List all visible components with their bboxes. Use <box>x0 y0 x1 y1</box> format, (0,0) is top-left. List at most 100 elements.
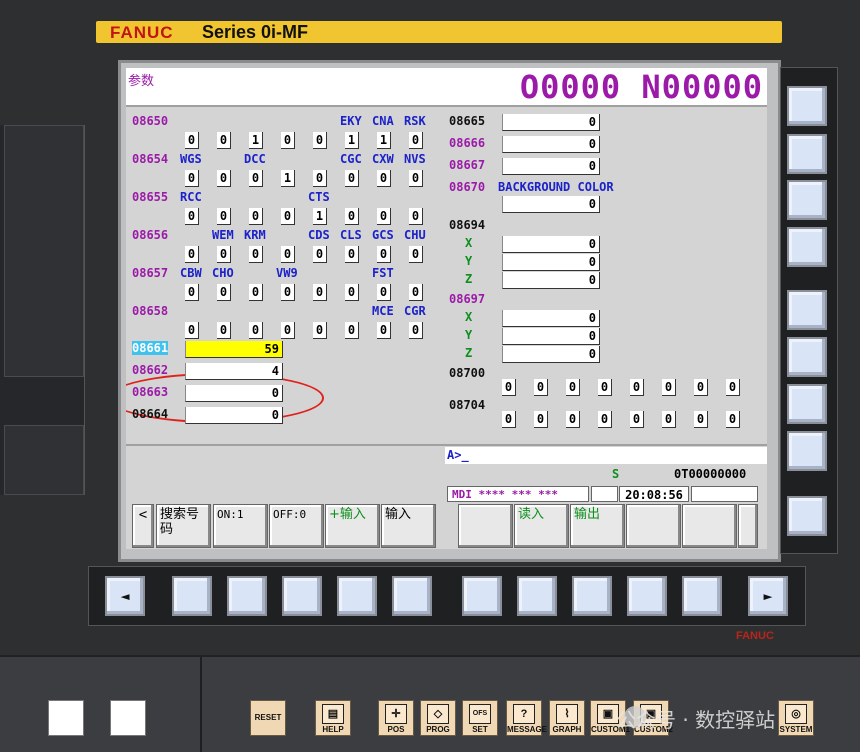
param-value-field[interactable]: 0 <box>185 407 283 424</box>
softkey-plus-input[interactable]: +输入 <box>325 504 380 548</box>
softkey-prev-page[interactable]: < <box>132 504 154 548</box>
bit-field[interactable]: 0 <box>345 208 359 225</box>
axis-value-field[interactable]: 0 <box>502 310 600 327</box>
bit-field[interactable]: 1 <box>249 132 263 149</box>
bit-field[interactable]: 0 <box>377 246 391 263</box>
hsoftkey-7[interactable] <box>517 576 557 616</box>
bit-field[interactable]: 0 <box>409 132 423 149</box>
bit-field[interactable]: 0 <box>377 170 391 187</box>
bit-field[interactable]: 0 <box>185 208 199 225</box>
bit-field[interactable]: 0 <box>409 284 423 301</box>
bit-field[interactable]: 0 <box>217 170 231 187</box>
softkey-search-number[interactable]: 搜索号码 <box>156 504 211 548</box>
bit-field[interactable]: 0 <box>662 379 676 396</box>
bit-field[interactable]: 0 <box>694 411 708 428</box>
hsoftkey-5[interactable] <box>392 576 432 616</box>
message-key[interactable]: ? MESSAGE <box>506 700 547 736</box>
prog-key[interactable]: ◇ PROG <box>420 700 456 736</box>
help-key[interactable]: ▤ HELP <box>315 700 351 736</box>
hsoftkey-3[interactable] <box>282 576 322 616</box>
bit-field[interactable]: 1 <box>345 132 359 149</box>
system-key[interactable]: ◎ SYSTEM <box>778 700 814 736</box>
bit-field[interactable]: 0 <box>185 170 199 187</box>
blank-key-2[interactable] <box>110 700 146 736</box>
softkey-blank-3[interactable] <box>682 504 737 548</box>
vertical-softkey-3[interactable] <box>787 180 827 220</box>
bit-field[interactable]: 0 <box>598 379 612 396</box>
bit-field[interactable]: 0 <box>217 284 231 301</box>
bit-field[interactable]: 0 <box>217 208 231 225</box>
bit-field[interactable]: 0 <box>217 132 231 149</box>
axis-value-field[interactable]: 0 <box>502 272 600 289</box>
bit-field[interactable]: 0 <box>630 379 644 396</box>
bit-field[interactable]: 0 <box>281 132 295 149</box>
graph-key[interactable]: ⌇ GRAPH <box>549 700 585 736</box>
left-arrow-key[interactable]: ◄ <box>105 576 145 616</box>
bit-field[interactable]: 0 <box>313 170 327 187</box>
bit-field[interactable]: 0 <box>377 284 391 301</box>
bit-field[interactable]: 0 <box>281 246 295 263</box>
vertical-softkey-7[interactable] <box>787 384 827 424</box>
param-value-field[interactable]: 0 <box>185 385 283 402</box>
bit-field[interactable]: 0 <box>409 170 423 187</box>
hsoftkey-10[interactable] <box>682 576 722 616</box>
bit-field[interactable]: 0 <box>502 411 516 428</box>
bit-field[interactable]: 0 <box>281 322 295 339</box>
bit-field[interactable]: 0 <box>185 322 199 339</box>
pos-key[interactable]: ✛ POS <box>378 700 414 736</box>
bit-field[interactable]: 0 <box>694 379 708 396</box>
param-value-field[interactable]: 0 <box>502 158 600 175</box>
hsoftkey-9[interactable] <box>627 576 667 616</box>
bit-field[interactable]: 1 <box>313 208 327 225</box>
bit-field[interactable]: 0 <box>281 284 295 301</box>
bit-field[interactable]: 0 <box>345 322 359 339</box>
bit-field[interactable]: 0 <box>249 170 263 187</box>
axis-value-field[interactable]: 0 <box>502 254 600 271</box>
bit-field[interactable]: 0 <box>409 322 423 339</box>
bit-field[interactable]: 1 <box>281 170 295 187</box>
softkey-next-page[interactable] <box>738 504 758 548</box>
bit-field[interactable]: 0 <box>345 246 359 263</box>
bit-field[interactable]: 0 <box>313 322 327 339</box>
softkey-punch[interactable]: 输出 <box>570 504 625 548</box>
bit-field[interactable]: 0 <box>217 322 231 339</box>
bit-field[interactable]: 0 <box>313 246 327 263</box>
bit-field[interactable]: 0 <box>662 411 676 428</box>
bit-field[interactable]: 0 <box>249 322 263 339</box>
hsoftkey-2[interactable] <box>227 576 267 616</box>
softkey-blank-1[interactable] <box>458 504 513 548</box>
vertical-softkey-9[interactable] <box>787 496 827 536</box>
reset-key[interactable]: RESET <box>250 700 286 736</box>
axis-value-field[interactable]: 0 <box>502 346 600 363</box>
param-value-field[interactable]: 4 <box>185 363 283 380</box>
bit-field[interactable]: 0 <box>345 284 359 301</box>
bit-field[interactable]: 0 <box>566 379 580 396</box>
param-value-field[interactable]: 0 <box>502 196 600 213</box>
bit-field[interactable]: 0 <box>185 284 199 301</box>
axis-value-field[interactable]: 0 <box>502 328 600 345</box>
param-value-field[interactable]: 0 <box>502 136 600 153</box>
bit-field[interactable]: 0 <box>217 246 231 263</box>
hsoftkey-4[interactable] <box>337 576 377 616</box>
bit-field[interactable]: 0 <box>502 379 516 396</box>
bit-field[interactable]: 0 <box>726 411 740 428</box>
bit-field[interactable]: 0 <box>409 208 423 225</box>
bit-field[interactable]: 0 <box>566 411 580 428</box>
bit-field[interactable]: 0 <box>249 246 263 263</box>
bit-field[interactable]: 0 <box>534 379 548 396</box>
vertical-softkey-2[interactable] <box>787 134 827 174</box>
bit-field[interactable]: 0 <box>377 322 391 339</box>
bit-field[interactable]: 0 <box>249 284 263 301</box>
bit-field[interactable]: 0 <box>409 246 423 263</box>
bit-field[interactable]: 1 <box>377 132 391 149</box>
hsoftkey-6[interactable] <box>462 576 502 616</box>
right-arrow-key[interactable]: ► <box>748 576 788 616</box>
vertical-softkey-1[interactable] <box>787 86 827 126</box>
bit-field[interactable]: 0 <box>281 208 295 225</box>
bit-field[interactable]: 0 <box>726 379 740 396</box>
blank-key-1[interactable] <box>48 700 84 736</box>
bit-field[interactable]: 0 <box>249 208 263 225</box>
hsoftkey-8[interactable] <box>572 576 612 616</box>
param-value-field[interactable]: 0 <box>502 114 600 131</box>
softkey-blank-2[interactable] <box>626 504 681 548</box>
